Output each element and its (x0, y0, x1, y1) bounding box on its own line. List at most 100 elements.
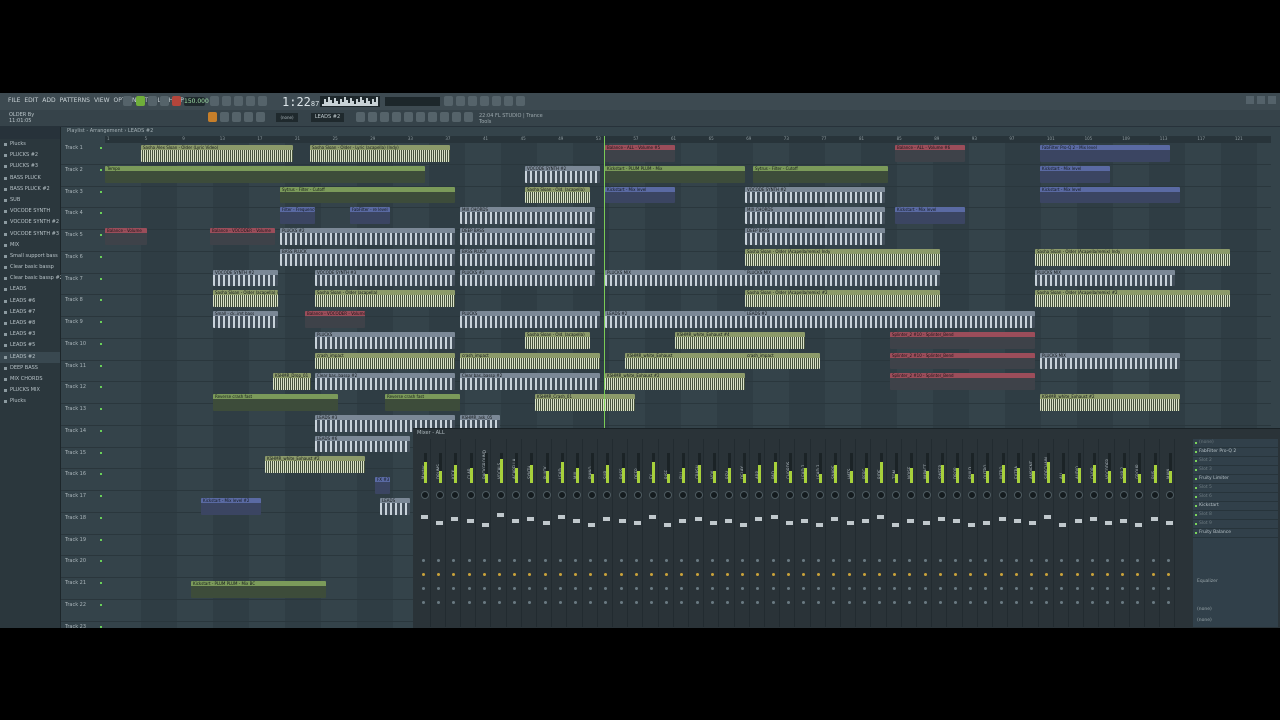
playlist-clip[interactable]: Sytrus - Filter - Cutoff (753, 165, 888, 183)
route-indicator[interactable] (832, 559, 836, 562)
route-indicator[interactable] (650, 559, 653, 562)
route-indicator[interactable] (1045, 559, 1049, 562)
route-indicator[interactable] (422, 587, 425, 590)
route-indicator[interactable] (954, 573, 957, 576)
mixer-strip[interactable]: MIX (571, 439, 583, 627)
route-indicator[interactable] (680, 573, 684, 576)
route-indicator[interactable] (437, 573, 441, 576)
pan-knob[interactable] (481, 491, 490, 499)
mixer-strip[interactable]: BACKGROUND (480, 439, 492, 627)
browser-item[interactable]: LEADS #8 (0, 318, 60, 329)
pan-knob[interactable] (618, 491, 627, 499)
track-header[interactable]: Track 4 (61, 208, 105, 230)
mixer-strip[interactable]: KICK (449, 439, 461, 627)
track-header[interactable]: Track 8 (61, 295, 105, 317)
mixer-strip[interactable]: BUILD (966, 439, 978, 627)
close-icon[interactable] (1268, 96, 1276, 104)
fx-slot[interactable]: Slot 5 (1193, 484, 1278, 493)
route-indicator[interactable] (574, 587, 577, 590)
fx-slot[interactable]: Kickstart (1193, 502, 1278, 511)
countdown-icon[interactable] (258, 96, 267, 106)
playlist-clip[interactable]: PLUCKS MIX (605, 269, 745, 287)
route-indicator[interactable] (528, 559, 532, 562)
browser-item[interactable]: VOCODE SYNTH #2 (0, 217, 60, 228)
route-indicator[interactable] (1166, 573, 1170, 576)
route-indicator[interactable] (817, 601, 821, 604)
playlist-clip[interactable]: Balance - ALL - Volume #6 (895, 145, 965, 162)
route-indicator[interactable] (543, 559, 547, 562)
maximize-icon[interactable] (1257, 96, 1265, 104)
pan-knob[interactable] (557, 491, 566, 499)
route-indicator[interactable] (954, 601, 957, 604)
playlist-clip[interactable]: KSHMR_Drop_01 (273, 373, 311, 390)
route-indicator[interactable] (1060, 559, 1064, 562)
route-indicator[interactable] (680, 587, 684, 590)
route-indicator[interactable] (558, 559, 562, 562)
route-indicator[interactable] (954, 559, 957, 562)
route-indicator[interactable] (513, 601, 517, 604)
volume-fader[interactable] (983, 521, 991, 525)
pan-knob[interactable] (588, 491, 597, 499)
route-indicator[interactable] (1166, 601, 1170, 604)
route-indicator[interactable] (817, 587, 821, 590)
pan-knob[interactable] (785, 491, 794, 499)
mixer-strip[interactable]: INTRO (997, 439, 1009, 627)
pan-knob[interactable] (709, 491, 718, 499)
playlist-clip[interactable]: Reverse crash fast (385, 394, 460, 411)
route-indicator[interactable] (756, 587, 760, 590)
mixer-strip[interactable]: PIANO (586, 439, 598, 627)
route-indicator[interactable] (604, 573, 608, 576)
mixer-toggle-icon[interactable] (444, 96, 453, 106)
browser-icon[interactable] (480, 96, 489, 106)
pan-knob[interactable] (998, 491, 1007, 499)
volume-fader[interactable] (770, 515, 778, 519)
playlist-clip[interactable]: Sasha Sloan - Older (acapella) #2 (213, 290, 278, 307)
menu-item-view[interactable]: VIEW (94, 97, 110, 104)
volume-fader[interactable] (451, 517, 459, 521)
route-indicator[interactable] (771, 601, 775, 604)
pan-knob[interactable] (1044, 491, 1053, 499)
route-indicator[interactable] (878, 559, 881, 562)
route-indicator[interactable] (1075, 601, 1079, 604)
playlist-clip[interactable]: Tempo (105, 165, 425, 183)
route-indicator[interactable] (498, 559, 501, 562)
route-indicator[interactable] (1030, 573, 1033, 576)
playlist-clip[interactable]: DEEP BASS (745, 228, 885, 245)
route-indicator[interactable] (710, 601, 714, 604)
route-indicator[interactable] (923, 601, 927, 604)
pan-knob[interactable] (968, 491, 977, 499)
playlist-clip[interactable]: PLUCKS #3 (460, 269, 595, 287)
fx-slot[interactable]: FabFilter Pro-Q 2 (1193, 448, 1278, 457)
route-indicator[interactable] (634, 601, 638, 604)
track-header[interactable]: Track 14 (61, 426, 105, 448)
route-indicator[interactable] (513, 587, 517, 590)
route-indicator[interactable] (452, 601, 456, 604)
track-header[interactable]: Track 3 (61, 187, 105, 209)
route-indicator[interactable] (1136, 559, 1140, 562)
mixer-strip[interactable]: GROUP (1133, 439, 1145, 627)
volume-fader[interactable] (557, 515, 565, 519)
route-indicator[interactable] (695, 573, 699, 576)
route-indicator[interactable] (619, 601, 623, 604)
playlist-clip[interactable]: Kickstart - Mix level (1040, 186, 1180, 204)
route-indicator[interactable] (1030, 559, 1033, 562)
playlist-clip[interactable]: Sasha Sloan - Older - Lyric (acapella) (… (310, 145, 450, 162)
volume-fader[interactable] (1135, 523, 1143, 527)
pan-knob[interactable] (512, 491, 521, 499)
playlist-clip[interactable]: PLUCKS MIX (745, 269, 940, 287)
mixer-strip[interactable]: VOCODER (1103, 439, 1115, 627)
pan-knob[interactable] (1135, 491, 1144, 499)
pan-knob[interactable] (755, 491, 764, 499)
fx-slot[interactable]: Slot 6 (1193, 493, 1278, 502)
track-header[interactable]: Track 20 (61, 556, 105, 578)
volume-fader[interactable] (846, 521, 854, 525)
route-indicator[interactable] (558, 601, 562, 604)
fx-slot[interactable]: (none) (1193, 439, 1278, 448)
pan-knob[interactable] (421, 491, 429, 499)
route-indicator[interactable] (893, 601, 897, 604)
playlist-clip[interactable]: KSHMR_white_Exhaust (625, 352, 765, 370)
route-indicator[interactable] (482, 587, 486, 590)
plugin-icon[interactable] (416, 112, 425, 122)
route-indicator[interactable] (862, 601, 866, 604)
route-indicator[interactable] (665, 601, 669, 604)
